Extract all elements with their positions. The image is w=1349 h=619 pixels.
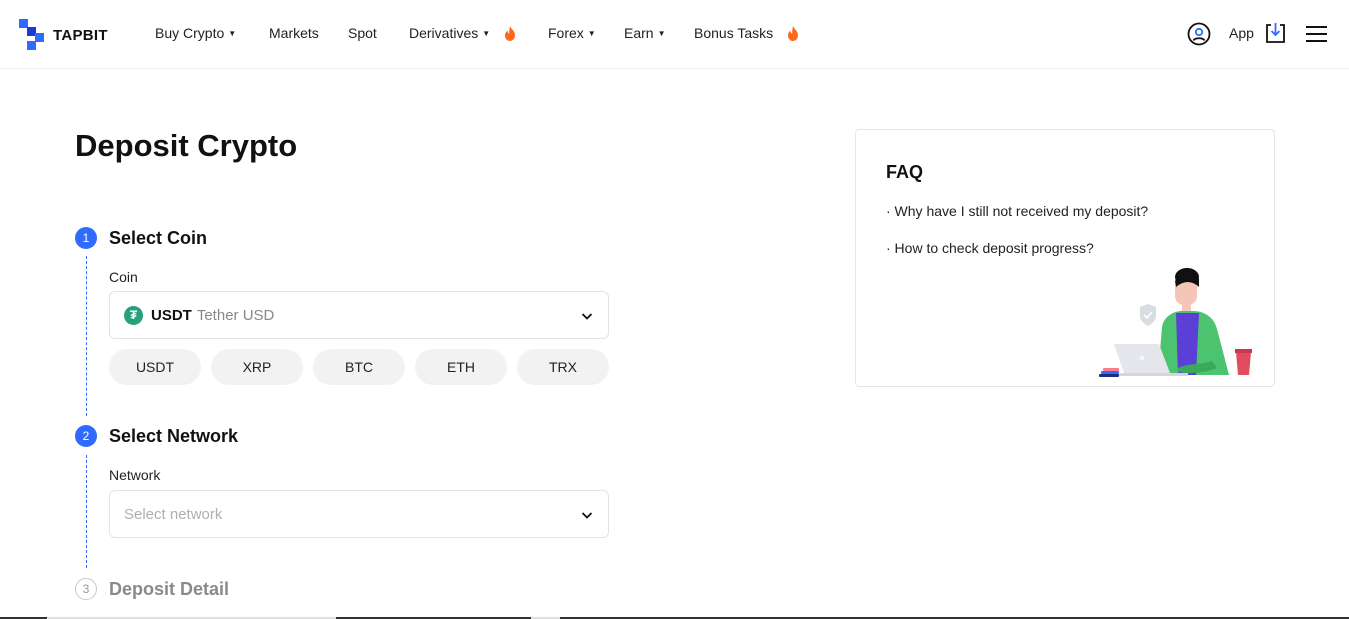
chevron-down-icon <box>581 512 593 519</box>
faq-link-not-received[interactable]: · Why have I still not received my depos… <box>886 203 1148 219</box>
coin-chip-usdt[interactable]: USDT <box>109 349 201 385</box>
step-1-indicator: 1 <box>75 227 97 249</box>
coin-name: Tether USD <box>196 306 275 324</box>
step-connector <box>86 455 87 568</box>
coin-chip-eth[interactable]: ETH <box>415 349 507 385</box>
download-icon[interactable] <box>1265 22 1286 44</box>
nav-label: Buy Crypto <box>155 25 225 41</box>
nav-label: Earn <box>624 25 654 41</box>
nav-label: Derivatives <box>409 25 479 41</box>
person-at-laptop-illustration <box>1099 268 1252 377</box>
coin-symbol: USDT <box>151 306 192 324</box>
logo-mark-icon <box>19 19 44 51</box>
nav-markets[interactable]: Markets <box>269 25 319 41</box>
caret-down-icon: ▼ <box>587 29 596 38</box>
coin-chip-trx[interactable]: TRX <box>517 349 609 385</box>
top-navbar: TAPBIT Buy Crypto ▼ Markets Spot Derivati… <box>0 0 1349 69</box>
tapbit-logo[interactable]: TAPBIT <box>19 19 108 51</box>
step-3-title: Deposit Detail <box>109 579 230 599</box>
faq-link-check-progress[interactable]: · How to check deposit progress? <box>886 240 1094 256</box>
caret-down-icon: ▼ <box>228 29 237 38</box>
network-select[interactable]: Select network <box>109 490 609 538</box>
faq-title: FAQ <box>886 162 924 182</box>
nav-derivatives[interactable]: Derivatives ▼ <box>409 25 516 41</box>
coin-label: Coin <box>109 269 138 285</box>
hamburger-menu-icon[interactable] <box>1306 26 1328 43</box>
flame-icon <box>505 26 516 41</box>
network-placeholder: Select network <box>124 505 223 523</box>
step-2-title: Select Network <box>109 426 239 446</box>
page-title: Deposit Crypto <box>75 128 298 163</box>
nav-bonus-tasks[interactable]: Bonus Tasks <box>694 25 799 41</box>
chevron-down-icon <box>581 313 593 320</box>
nav-forex[interactable]: Forex ▼ <box>548 25 596 41</box>
flame-icon <box>788 26 799 41</box>
nav-spot[interactable]: Spot <box>348 25 377 41</box>
caret-down-icon: ▼ <box>482 29 491 38</box>
nav-buy-crypto[interactable]: Buy Crypto ▼ <box>155 25 236 41</box>
step-1-title: Select Coin <box>109 228 208 248</box>
tether-icon: ₮ <box>124 305 143 325</box>
coin-chip-btc[interactable]: BTC <box>313 349 405 385</box>
step-connector <box>86 256 87 416</box>
network-label: Network <box>109 467 161 483</box>
step-3-indicator: 3 <box>75 578 97 600</box>
nav-label: Bonus Tasks <box>694 25 774 41</box>
caret-down-icon: ▼ <box>657 29 666 38</box>
app-link[interactable]: App <box>1229 25 1254 41</box>
nav-label: Markets <box>269 25 319 41</box>
logo-text: TAPBIT <box>53 26 108 44</box>
faq-panel: FAQ · Why have I still not received my d… <box>855 129 1275 387</box>
step-2-indicator: 2 <box>75 425 97 447</box>
coin-chip-xrp[interactable]: XRP <box>211 349 303 385</box>
user-icon[interactable] <box>1187 22 1211 46</box>
coin-select[interactable]: ₮ USDT Tether USD <box>109 291 609 339</box>
nav-label: Forex <box>548 25 584 41</box>
nav-earn[interactable]: Earn ▼ <box>624 25 666 41</box>
nav-label: Spot <box>348 25 377 41</box>
